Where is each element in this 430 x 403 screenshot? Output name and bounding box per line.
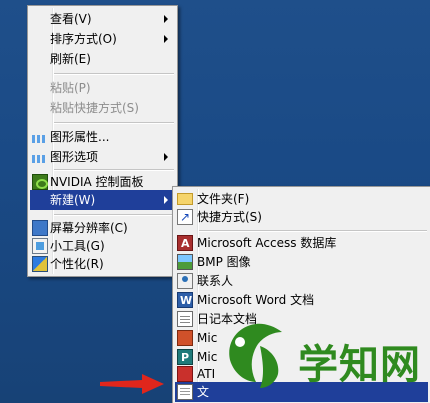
menu-separator (54, 169, 174, 171)
desktop-context-menu: 查看(V) 排序方式(O) 刷新(E) 粘贴(P) 粘贴快捷方式(S) 图形属性… (27, 5, 178, 277)
bmp-icon (177, 254, 193, 270)
journal-icon (177, 311, 193, 327)
menu-item-graphics-options[interactable]: 图形选项 (30, 147, 175, 167)
gadget-icon (32, 238, 48, 254)
menu-separator (54, 122, 174, 124)
menu-item-view[interactable]: 查看(V) (30, 9, 175, 29)
text-document-icon (177, 384, 193, 400)
submenu-item-access-database[interactable]: Microsoft Access 数据库 (175, 233, 428, 254)
shortcut-icon (177, 207, 193, 227)
access-icon (177, 234, 193, 254)
nvidia-icon (32, 174, 48, 190)
menu-item-paste-shortcut[interactable]: 粘贴快捷方式(S) (30, 98, 175, 118)
submenu-arrow-icon (164, 153, 168, 161)
menu-separator (54, 73, 174, 75)
watermark-text: 学知网 (298, 342, 421, 388)
graphics-icon (32, 135, 48, 143)
menu-item-screen-resolution[interactable]: 屏幕分辨率(C) (30, 218, 175, 238)
menu-separator (199, 230, 427, 232)
menu-item-sort-by[interactable]: 排序方式(O) (30, 29, 175, 49)
submenu-item-folder[interactable]: 文件夹(F) (175, 189, 428, 209)
personalize-icon (32, 256, 48, 272)
menu-item-personalize[interactable]: 个性化(R) (30, 254, 175, 274)
menu-item-new[interactable]: 新建(W) (30, 190, 175, 210)
menu-item-refresh[interactable]: 刷新(E) (30, 49, 175, 69)
menu-separator (54, 214, 174, 216)
menu-item-graphics-properties[interactable]: 图形属性... (30, 127, 175, 147)
menu-item-gadgets[interactable]: 小工具(G) (30, 236, 175, 256)
publisher-icon (177, 348, 193, 368)
submenu-item-shortcut[interactable]: 快捷方式(S) (175, 207, 428, 227)
ati-icon (177, 366, 193, 382)
graphics-icon (32, 155, 48, 163)
submenu-item-word-document[interactable]: Microsoft Word 文档 (175, 290, 428, 311)
submenu-item-contact[interactable]: 联系人 (175, 271, 428, 291)
word-icon (177, 291, 193, 311)
submenu-arrow-icon (164, 35, 168, 43)
submenu-item-bmp-image[interactable]: BMP 图像 (175, 252, 428, 272)
menu-item-paste[interactable]: 粘贴(P) (30, 78, 175, 98)
leaf-logo-icon (229, 323, 282, 388)
red-pointer-arrow-icon (100, 374, 164, 394)
submenu-arrow-icon (164, 196, 168, 204)
monitor-icon (32, 220, 48, 236)
submenu-arrow-icon (164, 15, 168, 23)
menu-item-nvidia-control-panel[interactable]: NVIDIA 控制面板 (30, 172, 175, 192)
contact-icon (177, 273, 193, 289)
folder-icon (177, 193, 193, 205)
watermark-logo: 学知网 (218, 310, 430, 403)
powerpoint-icon (177, 330, 193, 346)
